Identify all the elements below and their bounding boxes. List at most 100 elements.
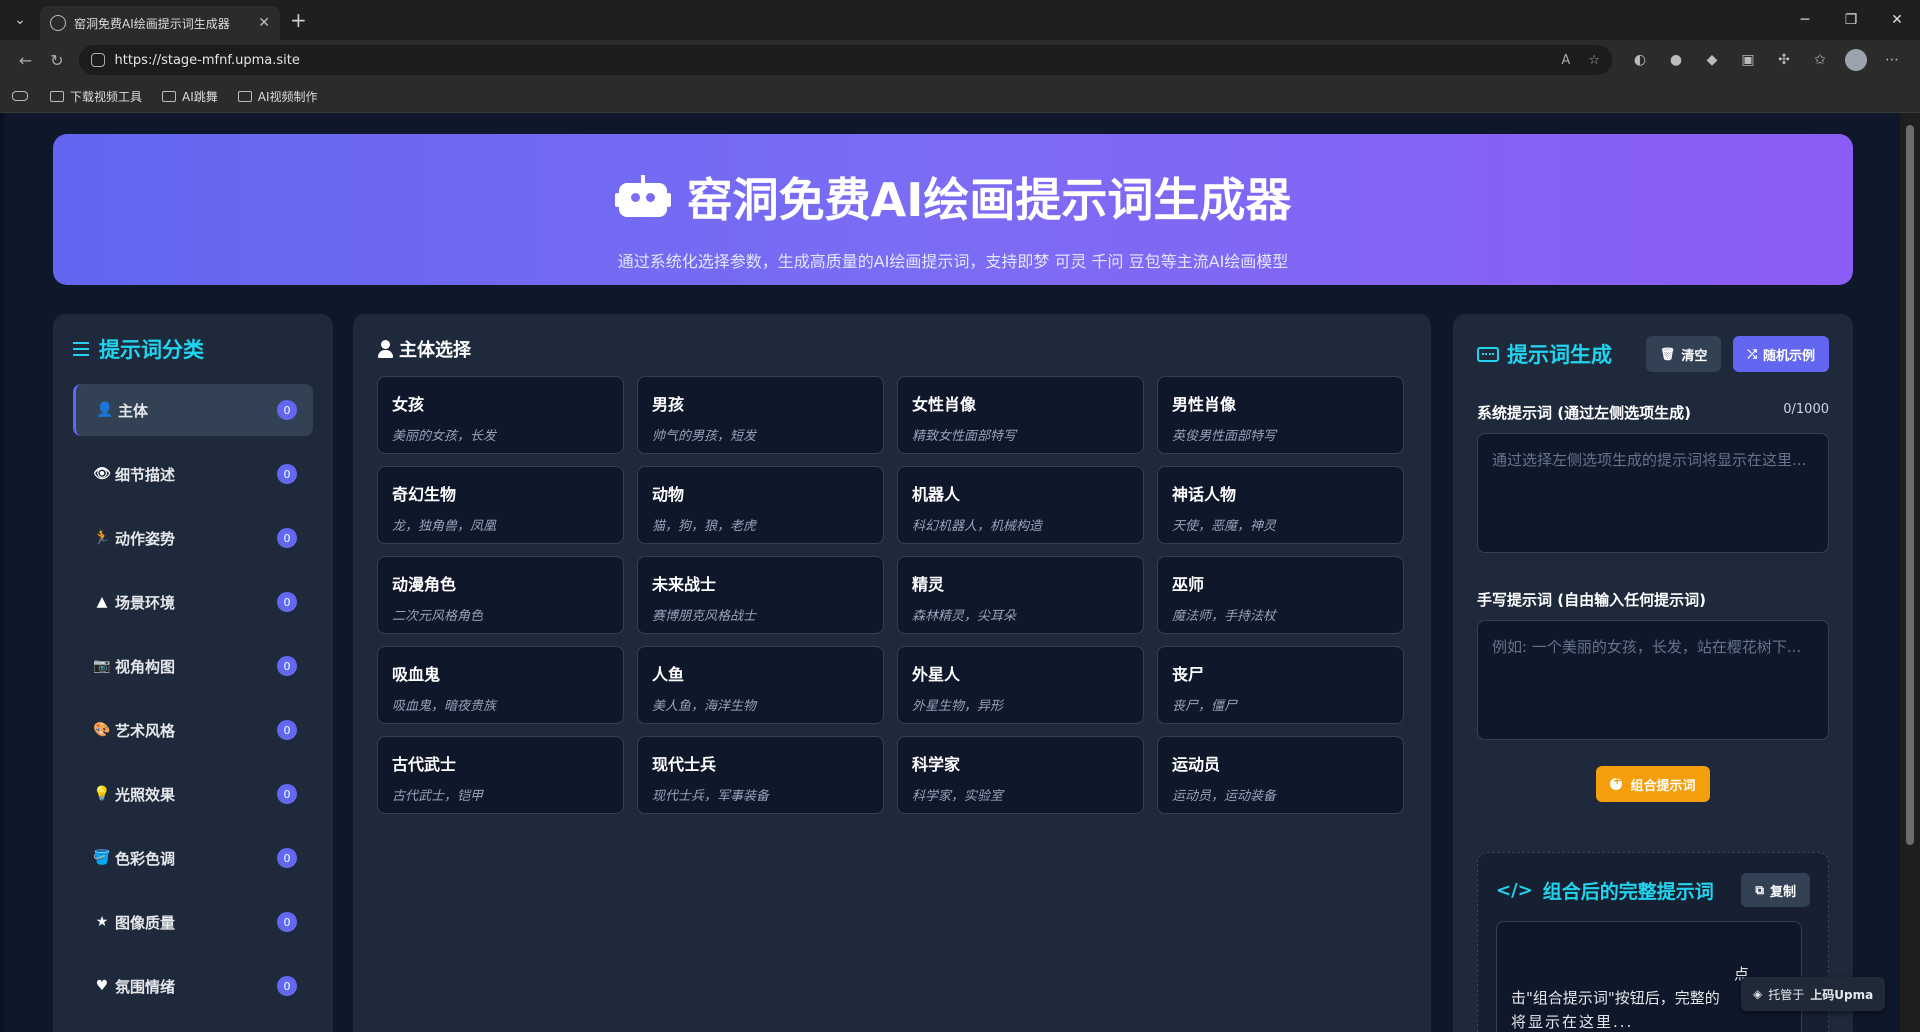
combine-button-label: 组合提示词 [1630,778,1696,794]
folder-icon [162,90,177,102]
sidebar-item-label: 主体 [118,401,149,420]
copy-button[interactable]: ⧉ 复制 [1741,873,1810,907]
option-grid: 女孩 美丽的女孩，长发 男孩 帅气的男孩，短发 女性肖像 精致女性面部特写 男性肖像 英俊男性… [377,376,1407,814]
tab-list-chevron-icon[interactable]: ⌄ [6,6,34,34]
layers-icon: ◈ [1753,987,1763,1001]
option-card-desc: 丧尸，僵尸 [1172,699,1238,714]
browser-tab[interactable]: 窑洞免费AI绘画提示词生成器 ✕ [40,6,280,40]
sidebar-item[interactable]: 🪣 色彩色调 0 [73,832,313,884]
sidebar-item-label: 氛围情绪 [115,977,176,996]
url-actions: A ☆ [1547,53,1600,68]
extension-download-icon[interactable]: ▣ [1730,52,1766,68]
new-tab-plus-icon[interactable]: + [290,8,307,32]
sidebar-item-label: 视角构图 [115,657,176,676]
favorite-star-icon[interactable]: ☆ [1588,53,1600,68]
sidebar-item-label: 场景环境 [115,593,176,612]
option-card[interactable]: 吸血鬼 吸血鬼，暗夜贵族 [377,646,624,724]
prompt-panel-header: 提示词生成 🗑 清空 ⤮ 随机示例 [1477,336,1829,372]
count-badge: 0 [277,464,297,484]
extensions-puzzle-icon[interactable]: ✣ [1766,52,1802,68]
manual-prompt-textarea[interactable]: 例如: 一个美丽的女孩，长发，站在樱花树下... [1477,620,1829,740]
scrollbar-thumb[interactable] [1906,125,1914,845]
option-card[interactable]: 运动员 运动员，运动装备 [1157,736,1404,814]
option-card[interactable]: 奇幻生物 龙，独角兽，凤凰 [377,466,624,544]
sidebar-item[interactable]: 💡 光照效果 0 [73,768,313,820]
sidebar-item[interactable]: 👤 主体 0 [73,384,313,436]
option-card[interactable]: 动物 猫，狗，狼，老虎 [637,466,884,544]
extension-adblock-icon[interactable]: ◆ [1694,52,1730,68]
back-arrow-icon[interactable]: ← [10,51,41,70]
sidebar-item[interactable]: ♥ 氛围情绪 0 [73,960,313,1012]
system-prompt-label-row: 系统提示词 (通过左侧选项生成) 0/1000 [1477,402,1829,423]
option-card[interactable]: 男孩 帅气的男孩，短发 [637,376,884,454]
option-card[interactable]: 动漫角色 二次元风格角色 [377,556,624,634]
system-prompt-textarea[interactable]: 通过选择左侧选项生成的提示词将显示在这里... [1477,433,1829,553]
option-card[interactable]: 女性肖像 精致女性面部特写 [897,376,1144,454]
option-card-name: 动物 [652,485,685,504]
restore-icon[interactable]: ❐ [1828,12,1874,28]
option-card[interactable]: 古代武士 古代武士，铠甲 [377,736,624,814]
bookmark-label: AI视频制作 [257,89,318,104]
option-card-desc: 古代武士，铠甲 [392,789,484,804]
option-card[interactable]: 男性肖像 英俊男性面部特写 [1157,376,1404,454]
favorites-icon[interactable]: ✩ [1802,52,1838,68]
option-card[interactable]: 人鱼 美人鱼，海洋生物 [637,646,884,724]
shuffle-icon: ⤮ [1747,346,1757,361]
random-example-button[interactable]: ⤮ 随机示例 [1733,336,1829,372]
minimize-icon[interactable]: ─ [1782,12,1828,28]
option-card-name: 奇幻生物 [392,485,457,504]
eye-icon: 👁 [93,466,111,482]
option-card-name: 现代士兵 [652,755,717,774]
sidebar-item-label: 艺术风格 [115,721,176,740]
extension-shield-icon[interactable]: ◐ [1622,52,1658,68]
option-card[interactable]: 科学家 科学家，实验室 [897,736,1144,814]
hosted-badge[interactable]: ◈ 托管于 上码Upma [1741,977,1886,1011]
option-card[interactable]: 外星人 外星生物，异形 [897,646,1144,724]
running-icon: 🏃 [93,530,111,546]
read-aloud-icon[interactable]: A [1561,53,1570,68]
bookmark-folder[interactable]: 下载视频工具 [50,88,142,105]
clear-button[interactable]: 🗑 清空 [1646,336,1722,372]
count-badge: 0 [277,784,297,804]
option-card[interactable]: 女孩 美丽的女孩，长发 [377,376,624,454]
paint-bucket-icon: 🪣 [93,850,111,866]
sidebar-item-label: 细节描述 [115,465,176,484]
profile-avatar[interactable] [1845,49,1868,71]
option-card-name: 女孩 [392,395,425,414]
page-scrollbar[interactable] [1900,113,1920,1032]
sidebar-item[interactable]: ▲ 场景环境 0 [73,576,313,628]
sidebar-item[interactable]: ★ 图像质量 0 [73,896,313,948]
sidebar-item[interactable]: 📷 视角构图 0 [73,640,313,692]
option-card-name: 男孩 [652,395,685,414]
section-title-text: 主体选择 [399,340,471,361]
sidebar-item[interactable]: 👁 细节描述 0 [73,448,313,500]
option-card[interactable]: 神话人物 天使，恶魔，神灵 [1157,466,1404,544]
bookmark-folder[interactable]: AI跳舞 [162,88,218,105]
option-card[interactable]: 现代士兵 现代士兵，军事装备 [637,736,884,814]
window-close-icon[interactable]: ✕ [1874,12,1920,28]
combine-prompt-button[interactable]: 组合提示词 [1596,766,1710,802]
option-card[interactable]: 机器人 科幻机器人，机械构造 [897,466,1144,544]
extension-color-icon[interactable]: ● [1658,52,1694,68]
option-card[interactable]: 巫师 魔法师，手持法杖 [1157,556,1404,634]
tab-bar: ⌄ 窑洞免费AI绘画提示词生成器 ✕ + ─ ❐ ✕ [0,0,1920,40]
bookmark-tabs-icon[interactable] [12,91,28,101]
site-info-icon[interactable] [90,53,105,67]
option-card[interactable]: 丧尸 丧尸，僵尸 [1157,646,1404,724]
url-field[interactable]: https://stage-mfnf.upma.site A ☆ [78,45,1613,75]
code-icon: </> [1496,879,1533,901]
option-card[interactable]: 精灵 森林精灵，尖耳朵 [897,556,1144,634]
section-title: 主体选择 [377,336,1407,362]
robot-icon [614,175,671,219]
sidebar-item[interactable]: 🎨 艺术风格 0 [73,704,313,756]
hero-title: 窑洞免费AI绘画提示词生成器 [53,164,1853,230]
star-icon: ★ [95,914,109,930]
sidebar-item[interactable]: 🏃 动作姿势 0 [73,512,313,564]
globe-icon [50,15,66,31]
option-card[interactable]: 未来战士 赛博朋克风格战士 [637,556,884,634]
count-badge: 0 [277,720,297,740]
tab-close-icon[interactable]: ✕ [258,15,270,31]
bookmark-folder[interactable]: AI视频制作 [237,88,318,105]
reload-icon[interactable]: ↻ [41,51,72,70]
more-menu-icon[interactable]: ⋯ [1874,52,1910,68]
